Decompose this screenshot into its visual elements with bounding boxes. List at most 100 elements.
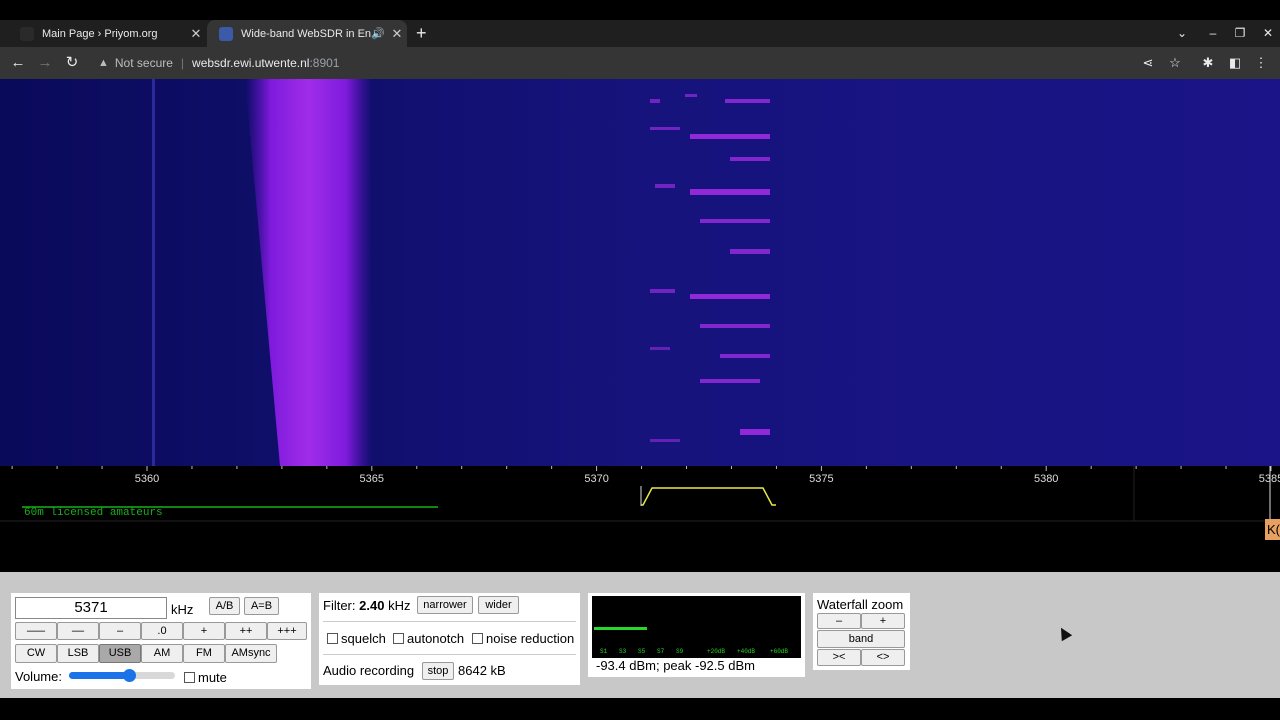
waterfall-zoom-panel: Waterfall zoom – + band >< <> <box>813 593 910 670</box>
narrower-button[interactable]: narrower <box>417 596 473 614</box>
squelch-checkbox[interactable]: squelch <box>327 631 386 646</box>
autonotch-label: autonotch <box>407 631 465 646</box>
websdr-favicon-icon <box>219 26 233 41</box>
restore-icon[interactable]: ❐ <box>1228 20 1252 47</box>
mute-checkbox-box[interactable] <box>184 672 195 684</box>
zoom-band-button[interactable]: band <box>817 630 905 648</box>
zoom-out-button[interactable]: – <box>817 613 861 629</box>
smeter-scale-label: S1 <box>600 648 608 655</box>
browser-toolbar: ← → ↻ ▲ Not secure | websdr.ewi.utwente.… <box>0 47 1280 79</box>
mute-checkbox[interactable]: mute <box>184 670 227 685</box>
passband-indicator[interactable] <box>641 487 776 506</box>
reload-icon[interactable]: ↻ <box>60 47 84 79</box>
close-tab-icon[interactable]: ✕ <box>387 26 407 42</box>
audio-recording-label: Audio recording <box>323 663 415 678</box>
autonotch-checkbox[interactable]: autonotch <box>393 631 464 646</box>
step-down-medium-button[interactable]: –– <box>57 622 99 640</box>
step-up-large-button[interactable]: +++ <box>267 622 307 640</box>
squelch-label: squelch <box>341 631 386 646</box>
screen-top-bar <box>0 0 1280 20</box>
mode-fm-button[interactable]: FM <box>183 644 225 663</box>
round-frequency-button[interactable]: .0 <box>141 622 183 640</box>
tuning-panel: 5371 kHz A/B A=B ––– –– – .0 + ++ +++ CW… <box>11 593 311 689</box>
scale-label: 5365 <box>360 473 384 485</box>
autonotch-checkbox-box[interactable] <box>393 633 404 645</box>
mode-am-button[interactable]: AM <box>141 644 183 663</box>
mode-usb-button[interactable]: USB <box>99 644 141 663</box>
side-panel-icon[interactable]: ◧ <box>1224 47 1246 79</box>
back-arrow-icon[interactable]: ← <box>6 47 30 79</box>
zoom-narrow-button[interactable]: >< <box>817 649 861 666</box>
recorded-size: 8642 kB <box>458 663 506 678</box>
tab-websdr[interactable]: Wide-band WebSDR in Ensch 🔊 ✕ <box>207 20 407 47</box>
recording-divider <box>323 654 576 655</box>
close-tab-icon[interactable]: ✕ <box>186 26 206 42</box>
smeter-display: S1 S3 S5 S7 S9 +20dB +40dB +60dB <box>592 596 801 658</box>
ab-button[interactable]: A/B <box>209 597 240 615</box>
control-panel-area: 5371 kHz A/B A=B ––– –– – .0 + ++ +++ CW… <box>0 572 1280 698</box>
smeter-level-bar <box>594 627 647 630</box>
speaker-icon[interactable]: 🔊 <box>371 27 385 40</box>
zoom-in-button[interactable]: + <box>861 613 905 629</box>
share-icon[interactable]: ⋖ <box>1137 47 1159 79</box>
smeter-scale-label: S9 <box>676 648 684 655</box>
step-down-small-button[interactable]: – <box>99 622 141 640</box>
url-divider: | <box>180 56 185 70</box>
menu-kebab-icon[interactable]: ⋮ <box>1250 47 1272 79</box>
stop-recording-button[interactable]: stop <box>422 662 454 680</box>
band-label[interactable]: 60m licensed amateurs <box>24 507 163 519</box>
volume-slider[interactable] <box>69 669 175 682</box>
close-window-icon[interactable]: ✕ <box>1256 20 1280 47</box>
forward-arrow-icon[interactable]: → <box>33 47 57 79</box>
filter-divider <box>323 621 576 622</box>
new-tab-plus-icon[interactable]: + <box>416 20 427 47</box>
zoom-widen-button[interactable]: <> <box>861 649 905 666</box>
url-host: websdr.ewi.utwente.nl <box>192 56 310 70</box>
extensions-puzzle-icon[interactable]: ✱ <box>1197 47 1219 79</box>
station-marker[interactable]: K( <box>1265 519 1280 540</box>
scale-label: 5380 <box>1034 473 1058 485</box>
waterfall-display[interactable] <box>0 79 1280 466</box>
step-down-large-button[interactable]: ––– <box>15 622 57 640</box>
wider-button[interactable]: wider <box>478 596 519 614</box>
frequency-unit: kHz <box>171 602 194 617</box>
waterfall-zoom-title: Waterfall zoom <box>817 597 904 612</box>
mode-lsb-button[interactable]: LSB <box>57 644 99 663</box>
smeter-panel: S1 S3 S5 S7 S9 +20dB +40dB +60dB -93.4 dBm; pea… <box>588 593 805 677</box>
tab-priyom[interactable]: Main Page › Priyom.org ✕ <box>8 20 206 47</box>
a-equals-b-button[interactable]: A=B <box>244 597 279 615</box>
not-secure-label: Not secure <box>114 56 173 70</box>
volume-thumb[interactable] <box>123 669 136 682</box>
signal-strength-reading: -93.4 dBm; peak -92.5 dBm <box>596 658 755 673</box>
noise-reduction-checkbox[interactable]: noise reduction <box>472 631 574 646</box>
smeter-scale-label: S7 <box>657 648 665 655</box>
frequency-input[interactable]: 5371 <box>15 597 167 619</box>
smeter-scale-label: +20dB <box>707 648 725 655</box>
noise-reduction-checkbox-box[interactable] <box>472 633 483 645</box>
scale-label: 5370 <box>584 473 608 485</box>
filter-label: Filter: <box>323 598 356 613</box>
priyom-favicon-icon <box>20 26 34 41</box>
squelch-checkbox-box[interactable] <box>327 633 338 645</box>
step-up-small-button[interactable]: + <box>183 622 225 640</box>
browser-tab-strip: Main Page › Priyom.org ✕ Wide-band WebSD… <box>0 20 1280 47</box>
address-bar[interactable]: ▲ Not secure | websdr.ewi.utwente.nl:890… <box>92 50 1192 76</box>
step-up-medium-button[interactable]: ++ <box>225 622 267 640</box>
warning-triangle-icon: ▲ <box>98 57 109 69</box>
scale-label: 5375 <box>809 473 833 485</box>
tab-title: Wide-band WebSDR in Ensch <box>241 27 372 40</box>
frequency-scale[interactable]: 5360 5365 5370 5375 5380 5385 60m licensed am… <box>0 466 1280 572</box>
tab-search-chevron-icon[interactable]: ⌄ <box>1170 20 1194 47</box>
url-port: :8901 <box>309 56 340 70</box>
filter-width-value: 2.40 <box>359 598 385 613</box>
volume-label: Volume: <box>15 669 62 684</box>
filter-panel: Filter: 2.40 kHz narrower wider squelch … <box>319 593 580 685</box>
tab-title: Main Page › Priyom.org <box>42 27 158 40</box>
volume-fill <box>69 672 129 679</box>
carrier-line <box>152 79 155 466</box>
bookmark-star-icon[interactable]: ☆ <box>1164 47 1186 79</box>
mode-cw-button[interactable]: CW <box>15 644 57 663</box>
minimize-icon[interactable]: – <box>1201 20 1225 47</box>
mute-label: mute <box>198 670 227 685</box>
mode-amsync-button[interactable]: AMsync <box>225 644 277 663</box>
